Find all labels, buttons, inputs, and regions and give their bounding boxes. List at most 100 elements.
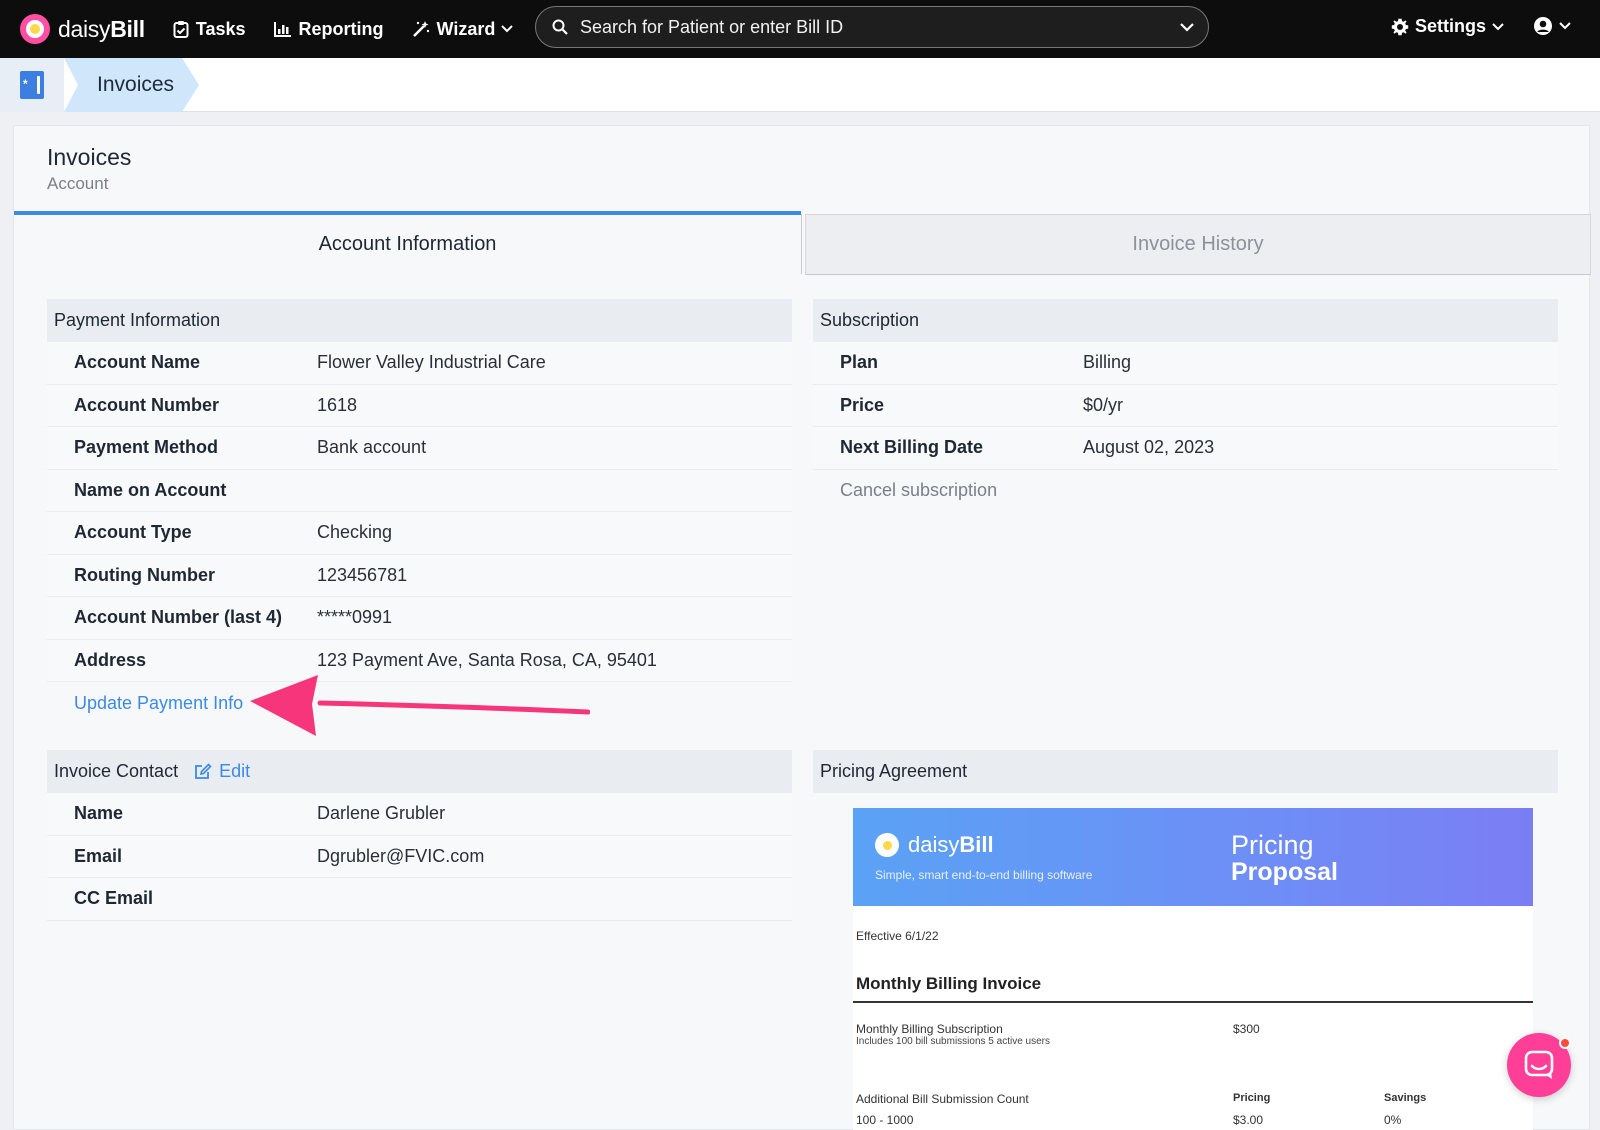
row-value: 1618 [317,394,358,415]
nav-wizard-label: Wizard [436,18,496,39]
chevron-down-icon [1492,22,1504,30]
row-label: Plan [840,352,879,373]
user-circle-icon [1534,17,1552,35]
payment-row: Payment Method Bank account [47,427,792,470]
pricing-agreement-heading: Pricing Agreement [813,750,1558,793]
notification-dot-icon [1559,1037,1571,1049]
breadcrumb: * Invoices [0,58,1600,112]
banner-brand-prefix: daisy [908,832,960,857]
patient-search-input[interactable]: Search for Patient or enter Bill ID [535,6,1209,48]
row-label: Price [840,394,885,415]
row-label: Next Billing Date [840,437,984,458]
annotation-arrow-icon [250,675,590,736]
row-label: Account Name [74,352,201,373]
search-placeholder: Search for Patient or enter Bill ID [580,16,844,37]
cancel-subscription-row: Cancel subscription [813,470,1558,512]
gear-icon [1391,18,1409,35]
row-value: Billing [1083,352,1132,373]
pricing-document-body: Effective 6/1/22 Monthly Billing Invoice… [853,906,1533,1130]
chevron-down-icon [501,25,514,33]
banner-brand-suffix: Bill [959,832,994,857]
contact-row: Name Darlene Grubler [47,793,792,836]
contact-row: Email Dgrubler@FVIC.com [47,835,792,878]
range-row-price: $3.00 [1233,1113,1264,1127]
payment-row: Name on Account [47,469,792,512]
savings-column-header: Savings [1384,1092,1427,1104]
row-label: Email [74,845,123,866]
settings-menu[interactable]: Settings [1391,16,1504,37]
effective-date: Effective 6/1/22 [856,929,939,943]
section-divider [853,1001,1533,1003]
payment-row: Account Number 1618 [47,384,792,427]
range-row-label: 100 - 1000 [856,1113,914,1127]
row-label: Account Type [74,522,192,543]
row-label: Routing Number [74,564,215,585]
invoice-contact-header: Invoice Contact Edit [47,750,792,793]
row-value: 123 Payment Ave, Santa Rosa, CA, 95401 [317,649,657,670]
breadcrumb-current[interactable]: Invoices [97,73,174,97]
user-menu[interactable] [1533,16,1571,36]
nav-wizard[interactable]: Wizard [412,19,514,40]
bar-chart-icon [273,22,291,37]
update-payment-info-link[interactable]: Update Payment Info [74,693,243,714]
nav-tasks-label: Tasks [195,18,246,39]
subscription-panel: Subscription Plan Billing Price $0/yr Next… [813,299,1558,512]
invoices-card: Invoices Account Account Information Inv… [13,125,1591,1130]
invoice-document-icon: * [20,71,44,99]
payment-information-panel: Payment Information Account Name Flower V… [47,299,792,724]
row-label: CC Email [74,888,154,909]
clipboard-check-icon [173,21,189,38]
row-value: Bank account [317,437,427,458]
subscription-name: Monthly Billing Subscription [856,1022,1003,1036]
row-value: August 02, 2023 [1083,437,1215,458]
banner-tagline: Simple, smart end-to-end billing softwar… [875,868,1093,882]
payment-row: Account Number (last 4) *****0991 [47,597,792,640]
nav-reporting[interactable]: Reporting [273,18,384,40]
page-subtitle: Account [47,174,109,193]
magic-wand-icon [412,21,429,37]
chat-bubble-icon [1524,1050,1554,1079]
edit-contact-label: Edit [219,761,251,781]
banner-title-proposal: Proposal [1231,858,1338,886]
contact-row: CC Email [47,878,792,921]
tab-divider [801,214,802,274]
payment-information-heading: Payment Information [47,299,792,342]
daisy-flower-icon [20,14,50,44]
subscription-row: Next Billing Date August 02, 2023 [813,427,1558,470]
edit-pencil-icon [195,763,212,779]
pricing-document-preview[interactable]: daisy Bill Simple, smart end-to-end billi… [813,793,1558,1130]
monthly-billing-title: Monthly Billing Invoice [856,974,1042,993]
breadcrumb-home[interactable]: * [0,58,64,112]
subscription-price: $300 [1233,1022,1260,1036]
subscription-includes: Includes 100 bill submissions 5 active u… [856,1036,1050,1047]
nav-reporting-label: Reporting [298,18,384,39]
row-value: *****0991 [317,607,393,628]
payment-row: Routing Number 123456781 [47,554,792,597]
cancel-subscription-link[interactable]: Cancel subscription [840,480,997,501]
row-label: Account Number (last 4) [74,607,283,628]
edit-contact-button[interactable]: Edit [194,761,250,782]
pricing-proposal-banner: daisy Bill Simple, smart end-to-end billi… [853,808,1533,906]
brand-logo[interactable]: daisyBill [20,14,145,44]
chevron-down-icon[interactable] [1180,22,1194,32]
page-title: Invoices [47,144,132,170]
daisy-flower-icon [875,833,899,857]
settings-label: Settings [1415,16,1487,36]
row-value: $0/yr [1083,394,1124,415]
payment-row: Account Name Flower Valley Industrial Car… [47,342,792,385]
row-label: Name [74,803,124,824]
additional-count-label: Additional Bill Submission Count [856,1092,1029,1106]
banner-title-pricing: Pricing [1231,830,1314,860]
row-label: Name on Account [74,479,227,500]
row-value: Darlene Grubler [317,803,446,824]
nav-tasks[interactable]: Tasks [173,19,246,40]
row-label: Account Number [74,394,220,415]
subscription-heading: Subscription [813,299,1558,342]
row-label: Payment Method [74,437,219,458]
tab-invoice-history[interactable]: Invoice History [805,214,1591,275]
invoice-contact-heading: Invoice Contact [54,761,179,781]
row-value: Dgrubler@FVIC.com [317,845,485,866]
subscription-row: Price $0/yr [813,384,1558,427]
tab-account-information[interactable]: Account Information [14,211,801,273]
brand-name: daisyBill [58,15,145,42]
